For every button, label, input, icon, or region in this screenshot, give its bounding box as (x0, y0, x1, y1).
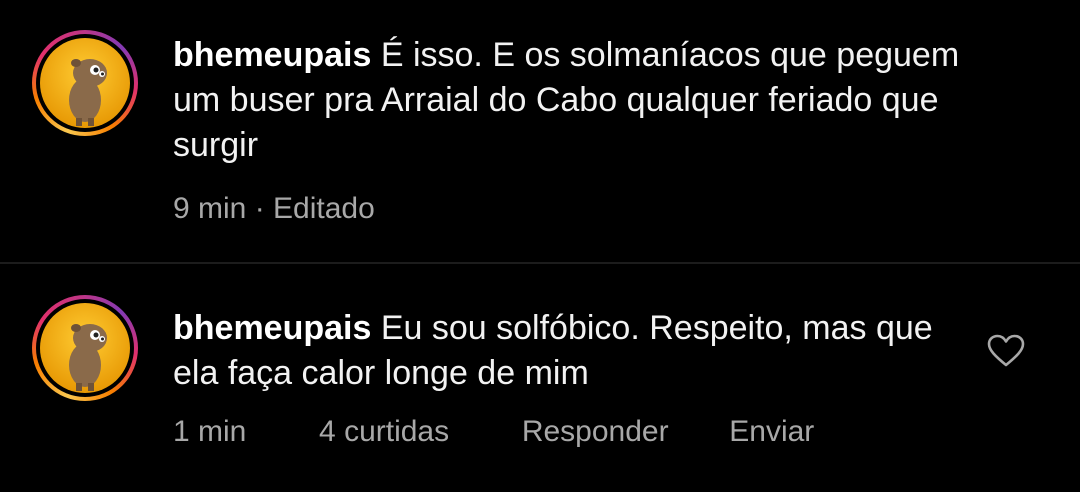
avatar[interactable] (40, 303, 130, 393)
reply-button[interactable]: Responder (522, 415, 669, 449)
comment-meta: 9 min · Editado (173, 192, 375, 226)
avatar-ring-gap (36, 299, 134, 397)
likes-count-link[interactable]: 4 curtidas (319, 415, 449, 449)
username-link[interactable]: bhemeupais (173, 36, 371, 74)
avatar-story-ring[interactable] (32, 30, 138, 136)
avatar[interactable] (40, 38, 130, 128)
send-button[interactable]: Enviar (729, 415, 814, 449)
meta-separator: · (254, 192, 265, 225)
comment-text: bhemeupais Eu sou solfóbico. Respeito, m… (173, 306, 973, 396)
comment-meta: 1 min 4 curtidas Responder Enviar (173, 415, 814, 449)
username-link[interactable]: bhemeupais (173, 309, 371, 347)
edited-label: Editado (273, 192, 375, 225)
comment-item: bhemeupais É isso. E os solmaníacos que … (0, 0, 1080, 262)
comment-text: bhemeupais É isso. E os solmaníacos que … (173, 33, 973, 168)
timestamp: 1 min (173, 415, 247, 448)
timestamp: 9 min (173, 192, 247, 225)
comment-item: bhemeupais Eu sou solfóbico. Respeito, m… (0, 264, 1080, 492)
avatar-story-ring[interactable] (32, 295, 138, 401)
heart-outline-icon[interactable] (987, 334, 1025, 368)
avatar-ring-gap (36, 34, 134, 132)
